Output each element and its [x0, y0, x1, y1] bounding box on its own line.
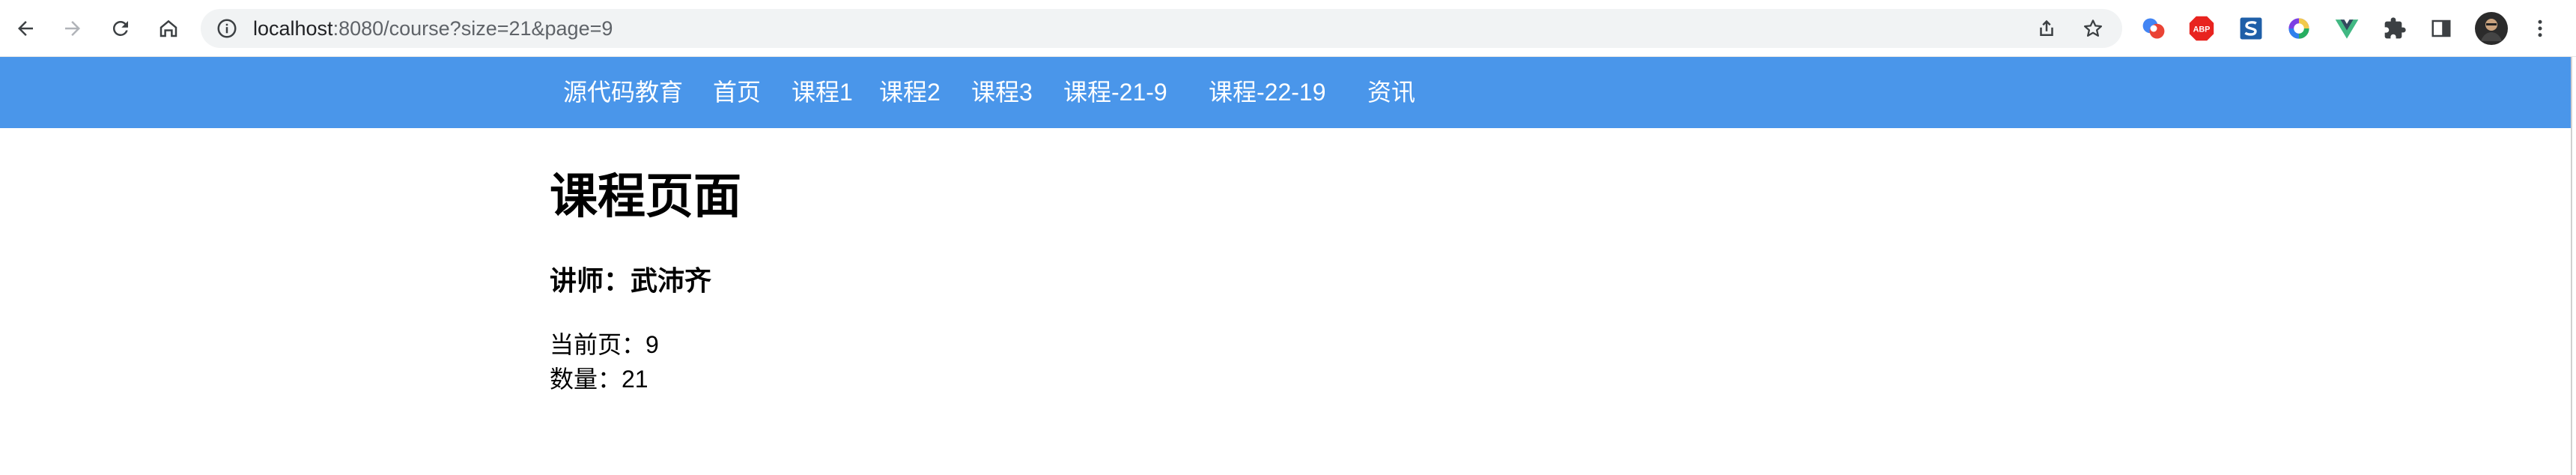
arrow-left-icon	[18, 21, 33, 36]
nav-item-course3[interactable]: 课程3	[971, 57, 1033, 128]
url-text[interactable]: localhost:8080/course?size=21&page=9	[253, 9, 613, 48]
home-button[interactable]	[150, 10, 187, 47]
puzzle-icon	[2384, 17, 2406, 39]
side-panel-icon	[2431, 19, 2451, 37]
side-panel-button[interactable]	[2426, 13, 2456, 43]
nav-item-course1[interactable]: 课程1	[792, 57, 853, 128]
profile-avatar-button[interactable]	[2474, 11, 2509, 46]
adblock-plus-icon: ABP	[2189, 16, 2214, 41]
nav-item-course-21-9[interactable]: 课程-21-9	[1063, 57, 1167, 128]
extensions-button[interactable]	[2380, 13, 2410, 43]
s-extension-button[interactable]	[2236, 13, 2266, 43]
info-icon[interactable]	[216, 17, 238, 40]
browser-toolbar: localhost:8080/course?size=21&page=9 ABP	[0, 0, 2576, 57]
translate-extension-button[interactable]	[2139, 13, 2169, 43]
avatar	[2475, 12, 2508, 45]
forward-button[interactable]	[54, 10, 91, 47]
adblock-label: ABP	[2193, 25, 2211, 34]
kebab-menu-icon	[2538, 19, 2542, 37]
s-extension-icon	[2240, 17, 2262, 40]
count-text: 数量：21	[550, 366, 648, 393]
share-icon	[2040, 19, 2053, 36]
url-host: localhost	[253, 17, 333, 40]
star-icon	[2084, 19, 2102, 37]
adblock-extension-button[interactable]: ABP	[2187, 13, 2217, 43]
current-page-text: 当前页：9	[550, 331, 659, 358]
teacher-heading: 讲师：武沛齐	[550, 265, 712, 296]
translate-icon	[2142, 18, 2165, 39]
window-edge	[2571, 57, 2576, 475]
nav-item-course2[interactable]: 课程2	[879, 57, 941, 128]
page-title: 课程页面	[550, 169, 741, 223]
vue-devtools-extension-button[interactable]	[2332, 13, 2362, 43]
nav-item-news[interactable]: 资讯	[1367, 57, 1415, 128]
site-nav-bar: 源代码教育 首页 课程1 课程2 课程3 课程-21-9 课程-22-19 资讯	[0, 57, 2576, 128]
bookmark-button[interactable]	[2080, 16, 2106, 41]
nav-brand[interactable]: 源代码教育	[563, 57, 683, 128]
vue-icon	[2335, 19, 2359, 39]
arrow-right-icon	[65, 21, 80, 36]
share-button[interactable]	[2034, 16, 2059, 41]
browser-menu-button[interactable]	[2525, 13, 2555, 43]
color-wheel-icon	[2288, 18, 2309, 39]
color-picker-extension-button[interactable]	[2284, 13, 2314, 43]
nav-item-course-22-19[interactable]: 课程-22-19	[1209, 57, 1326, 128]
reload-icon	[112, 20, 128, 36]
back-button[interactable]	[7, 10, 44, 47]
nav-item-home[interactable]: 首页	[713, 57, 761, 128]
url-path: :8080/course?size=21&page=9	[332, 17, 613, 40]
address-bar[interactable]: localhost:8080/course?size=21&page=9	[201, 9, 2122, 48]
home-icon	[160, 19, 177, 37]
reload-button[interactable]	[102, 10, 139, 47]
